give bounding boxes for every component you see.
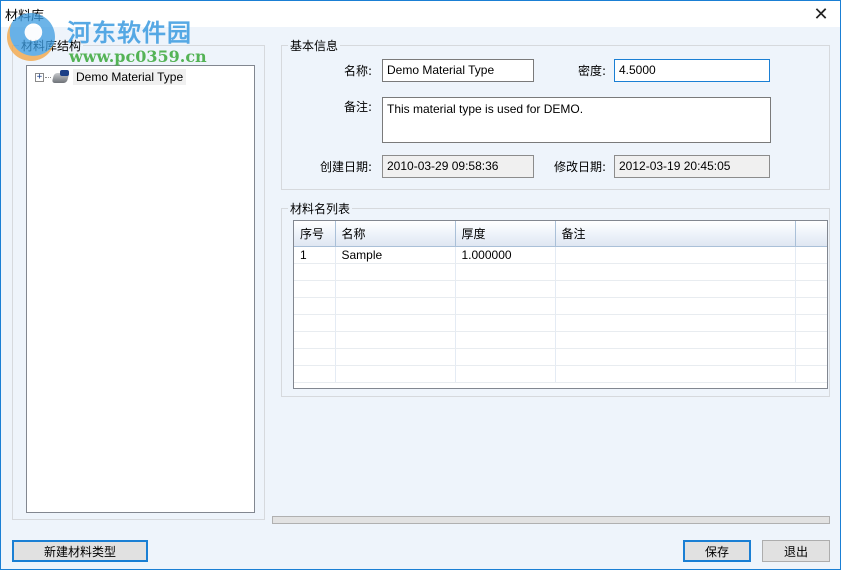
table-row-empty[interactable] [294,280,827,298]
column-header-remark[interactable]: 备注 [555,221,796,247]
density-input[interactable]: 4.5000 [614,59,770,82]
cell-empty[interactable] [795,280,827,298]
created-date-field: 2010-03-29 09:58:36 [382,155,534,178]
cell-empty[interactable] [555,280,796,298]
material-list-group: 材料名列表 序号 名称 厚度 备注 1 Sample 1.000000 [281,200,830,397]
cell-empty[interactable] [294,297,336,315]
cell-empty[interactable] [455,297,556,315]
close-icon: ✕ [813,3,829,25]
cell-empty[interactable] [555,365,796,383]
cell-empty[interactable] [455,348,556,366]
cell-empty[interactable] [455,280,556,298]
table-row-empty[interactable] [294,331,827,349]
table-row-empty[interactable] [294,348,827,366]
group-legend: 材料名列表 [288,200,353,217]
tree-connector [45,76,51,78]
cell-remark[interactable] [555,246,796,264]
cell-empty[interactable] [555,331,796,349]
name-input[interactable]: Demo Material Type [382,59,534,82]
cell-empty[interactable] [294,348,336,366]
table-row-empty[interactable] [294,314,827,332]
column-header-thickness[interactable]: 厚度 [455,221,556,247]
name-label: 名称: [343,64,372,78]
cell-empty[interactable] [335,348,456,366]
exit-button[interactable]: 退出 [762,540,830,562]
modified-date-label: 修改日期: [553,160,606,174]
cell-empty[interactable] [555,263,796,281]
cell-empty[interactable] [555,348,796,366]
cell-index[interactable]: 1 [294,246,336,264]
cell-thickness[interactable]: 1.000000 [455,246,556,264]
cell-empty[interactable] [795,365,827,383]
table-row-empty[interactable] [294,263,827,281]
modified-date-field: 2012-03-19 20:45:05 [614,155,770,178]
created-date-label: 创建日期: [319,160,372,174]
remark-textarea[interactable]: This material type is used for DEMO. [382,97,771,143]
cell-empty[interactable] [455,365,556,383]
cell-empty[interactable] [335,365,456,383]
title-bar: 材料库 ✕ [1,1,840,27]
table-header-row: 序号 名称 厚度 备注 [294,221,827,247]
save-button[interactable]: 保存 [683,540,751,562]
window-title: 材料库 [5,9,45,24]
material-tree[interactable]: + Demo Material Type [26,65,255,513]
cell-empty[interactable] [335,314,456,332]
cell-empty[interactable] [555,314,796,332]
table-row-empty[interactable] [294,297,827,315]
table-row[interactable]: 1 Sample 1.000000 [294,246,827,264]
progress-bar [272,516,830,524]
cell-empty[interactable] [795,263,827,281]
column-header-name[interactable]: 名称 [335,221,456,247]
cell-empty[interactable] [795,314,827,332]
cell-empty[interactable] [294,263,336,281]
cell-empty[interactable] [795,297,827,315]
cell-empty[interactable] [795,331,827,349]
group-legend: 基本信息 [288,37,341,54]
column-header-filler [795,221,827,247]
cell-empty[interactable] [455,314,556,332]
basic-info-group: 基本信息 名称: Demo Material Type 密度: 4.5000 备… [281,37,830,190]
material-table[interactable]: 序号 名称 厚度 备注 1 Sample 1.000000 [293,220,828,389]
cell-empty[interactable] [335,297,456,315]
cell-empty[interactable] [335,280,456,298]
material-library-window: 材料库 ✕ 材料库结构 + Demo Material Type 基本信息 名称… [0,0,841,570]
density-label: 密度: [577,64,606,78]
cell-empty[interactable] [455,263,556,281]
cell-name[interactable]: Sample [335,246,456,264]
cell-empty[interactable] [294,331,336,349]
table-row-empty[interactable] [294,365,827,383]
group-legend: 材料库结构 [19,37,84,54]
cell-empty[interactable] [455,331,556,349]
expand-icon[interactable]: + [35,72,44,82]
material-type-icon [51,70,70,84]
cell-empty[interactable] [795,348,827,366]
material-library-structure-group: 材料库结构 + Demo Material Type [12,37,265,520]
cell-filler [795,246,827,264]
cell-empty[interactable] [294,314,336,332]
cell-empty[interactable] [335,263,456,281]
cell-empty[interactable] [555,297,796,315]
cell-empty[interactable] [335,331,456,349]
tree-node[interactable]: + Demo Material Type [35,68,187,86]
cell-empty[interactable] [294,280,336,298]
tree-node-label: Demo Material Type [73,69,187,85]
new-material-type-button[interactable]: 新建材料类型 [12,540,148,562]
column-header-index[interactable]: 序号 [294,221,336,247]
remark-label: 备注: [343,100,372,114]
cell-empty[interactable] [294,365,336,383]
close-button[interactable]: ✕ [806,3,836,25]
